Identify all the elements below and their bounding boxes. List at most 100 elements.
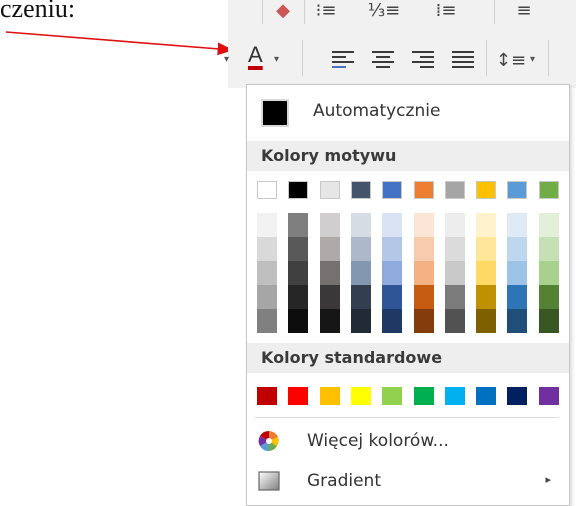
color-wheel-icon [258,430,279,452]
ribbon-top-row: ◆ ⁝≡ ⅓≡ ⁞≡ ≡ [228,0,576,28]
more-colors-label: Więcej kolorów... [307,431,449,451]
standard-color-swatch[interactable] [319,387,340,405]
standard-color-swatch[interactable] [288,387,309,405]
theme-color-swatch[interactable] [507,181,528,199]
theme-color-swatch[interactable] [538,237,559,261]
theme-color-swatch[interactable] [288,237,309,261]
theme-color-swatch[interactable] [507,261,528,285]
theme-color-swatch[interactable] [444,285,465,309]
theme-color-swatch[interactable] [257,261,277,285]
theme-color-swatch[interactable] [382,261,403,285]
standard-color-swatch[interactable] [476,387,497,405]
theme-color-swatch[interactable] [507,285,528,309]
theme-color-swatch[interactable] [444,237,465,261]
font-color-dropdown-icon[interactable]: ▾ [274,54,279,65]
bullets-icon[interactable]: ⁝≡ [308,0,344,26]
theme-color-swatch[interactable] [507,213,528,237]
standard-color-swatch[interactable] [538,387,559,405]
theme-color-swatch[interactable] [257,181,277,199]
theme-color-swatch[interactable] [476,285,497,309]
theme-color-swatch[interactable] [288,213,309,237]
theme-color-swatch[interactable] [476,213,497,237]
theme-color-swatch[interactable] [413,309,434,333]
theme-color-swatch[interactable] [382,213,403,237]
theme-color-swatch[interactable] [476,237,497,261]
ribbon: ◆ ⁝≡ ⅓≡ ⁞≡ ≡ A ▾ ▾ ↕≡ ▾ [224,0,576,88]
theme-color-swatch[interactable] [350,261,371,285]
theme-color-swatch[interactable] [319,237,340,261]
theme-color-swatch[interactable] [476,181,497,199]
font-color-button[interactable]: A ▾ [234,40,296,76]
theme-color-swatch[interactable] [413,261,434,285]
multilevel-list-icon[interactable]: ⁞≡ [428,0,464,26]
theme-color-swatch[interactable] [350,237,371,261]
justify-icon[interactable] [452,51,474,69]
ribbon-separator [486,40,487,76]
align-right-icon[interactable] [412,51,434,69]
theme-color-swatch[interactable] [257,213,277,237]
theme-color-swatch[interactable] [350,285,371,309]
theme-color-swatch[interactable] [538,309,559,333]
submenu-arrow-icon: ▸ [545,473,551,486]
theme-color-swatch[interactable] [538,261,559,285]
theme-colors-heading: Kolory motywu [247,141,569,171]
theme-color-swatch[interactable] [538,285,559,309]
theme-color-swatch[interactable] [538,181,559,199]
theme-color-swatch[interactable] [350,213,371,237]
automatic-color-option[interactable]: Automatycznie [247,89,569,133]
theme-color-swatch[interactable] [382,309,403,333]
theme-color-swatch[interactable] [538,213,559,237]
standard-color-swatch[interactable] [507,387,528,405]
theme-color-swatch[interactable] [444,213,465,237]
gradient-menu-item[interactable]: Gradient ▸ [247,461,569,501]
theme-color-swatch[interactable] [382,285,403,309]
theme-color-swatch[interactable] [507,309,528,333]
theme-color-swatch[interactable] [476,309,497,333]
clear-format-icon[interactable]: ◆ [268,0,298,26]
highlight-dropdown-icon[interactable]: ▾ [224,54,229,65]
standard-colors-heading: Kolory standardowe [247,343,569,373]
theme-color-swatch[interactable] [288,181,309,199]
theme-color-swatch[interactable] [350,309,371,333]
line-spacing-icon[interactable]: ↕≡ [496,44,526,76]
gradient-icon [258,471,280,491]
numbering-icon[interactable]: ⅓≡ [366,0,402,26]
theme-color-swatch[interactable] [476,261,497,285]
theme-color-swatch[interactable] [288,285,309,309]
menu-divider [255,417,559,418]
decrease-indent-icon[interactable]: ≡ [504,0,544,26]
theme-color-swatch[interactable] [382,237,403,261]
theme-color-swatch[interactable] [288,261,309,285]
theme-color-swatch[interactable] [413,285,434,309]
theme-color-swatch[interactable] [382,181,403,199]
standard-color-swatch[interactable] [350,387,371,405]
theme-color-swatch[interactable] [507,237,528,261]
theme-color-swatch[interactable] [350,181,371,199]
standard-color-swatch[interactable] [413,387,434,405]
theme-color-swatch[interactable] [444,261,465,285]
theme-color-swatch[interactable] [413,237,434,261]
theme-color-swatch[interactable] [257,309,277,333]
theme-color-swatch[interactable] [413,213,434,237]
theme-color-swatch[interactable] [444,181,465,199]
line-spacing-dropdown-icon[interactable]: ▾ [530,54,535,65]
more-colors-menu-item[interactable]: Więcej kolorów... [247,421,569,461]
theme-color-swatch[interactable] [288,309,309,333]
theme-color-swatch[interactable] [444,309,465,333]
theme-color-swatch[interactable] [257,285,277,309]
theme-color-swatch[interactable] [413,181,434,199]
align-center-icon[interactable] [372,51,394,69]
align-left-icon[interactable] [332,51,354,69]
standard-color-swatch[interactable] [382,387,403,405]
standard-color-swatch[interactable] [444,387,465,405]
theme-color-swatch[interactable] [319,309,340,333]
theme-color-swatch[interactable] [319,285,340,309]
ribbon-separator [262,0,263,24]
theme-color-swatch[interactable] [319,181,340,199]
theme-color-swatch[interactable] [319,261,340,285]
ribbon-separator [494,0,495,24]
theme-color-swatch[interactable] [257,237,277,261]
standard-color-swatch[interactable] [257,387,277,405]
ribbon-separator [304,0,305,24]
theme-color-swatch[interactable] [319,213,340,237]
